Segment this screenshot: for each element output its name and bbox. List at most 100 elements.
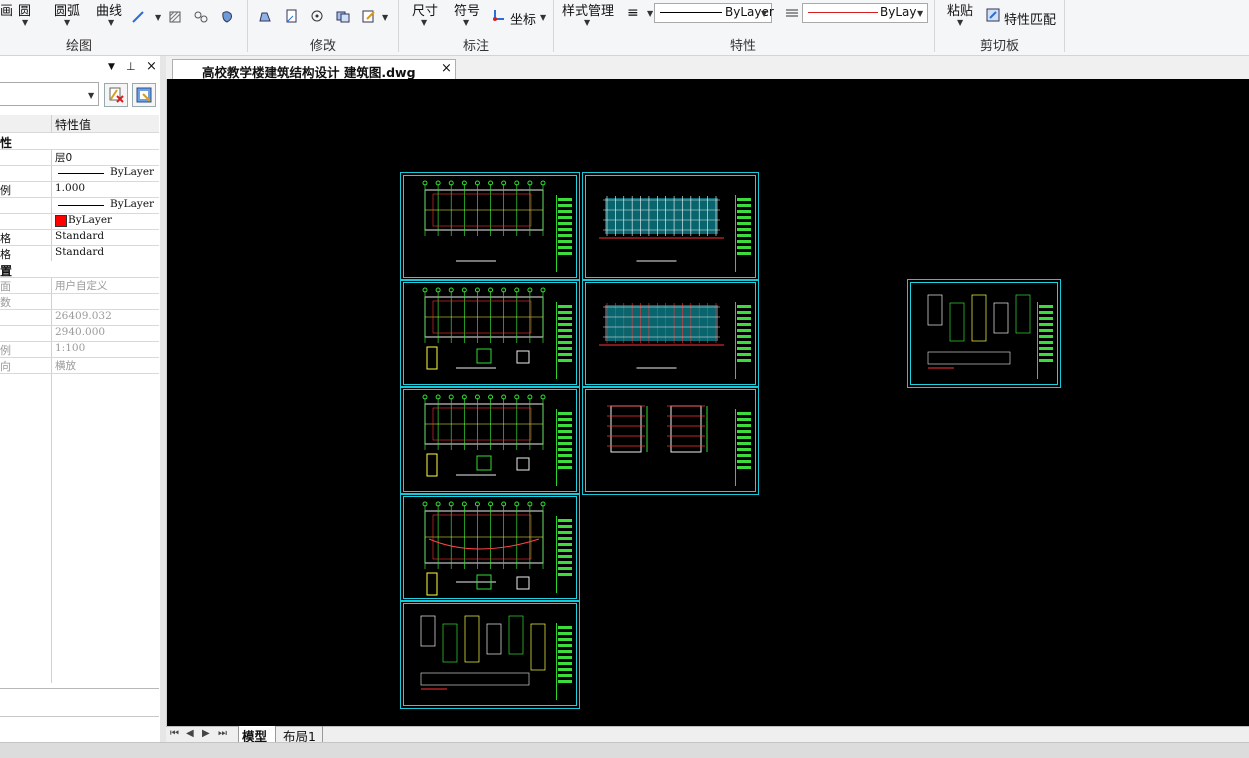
dimension-button[interactable]: 尺寸 xyxy=(412,0,438,19)
coordinate-icon[interactable] xyxy=(492,8,506,22)
drawing-canvas[interactable] xyxy=(167,79,1249,726)
layout-tab-bar: ⏮ ◀ ▶ ⏭ 模型 布局1 xyxy=(166,726,1249,744)
coordinate-button[interactable]: 坐标 xyxy=(510,9,536,28)
pickadd-icon xyxy=(109,87,124,103)
property-row[interactable]: 向 横放 xyxy=(0,357,159,374)
region-icon[interactable] xyxy=(220,10,234,24)
sheet-drawing xyxy=(422,287,546,370)
tab-model[interactable]: 模型 xyxy=(238,726,276,744)
color-swatch xyxy=(55,215,67,227)
property-row[interactable]: 格 Standard xyxy=(0,229,159,246)
document-tab[interactable]: 高校教学楼建筑结构设计 建筑图.dwg × xyxy=(172,59,456,80)
hatch-icon[interactable] xyxy=(168,10,182,24)
pin-icon[interactable]: ⊥ xyxy=(126,60,136,73)
drawing-sheet[interactable] xyxy=(400,386,580,495)
symbol-button[interactable]: 符号 xyxy=(454,0,480,19)
next-layout-icon[interactable]: ▶ xyxy=(202,728,210,739)
property-key: 例 xyxy=(0,184,11,197)
property-value: Standard xyxy=(55,246,105,258)
lineweight-icon[interactable]: ≡ xyxy=(627,5,639,21)
ribbon-draw-partial-label[interactable]: 画 xyxy=(0,0,13,19)
drawing-sheet[interactable] xyxy=(400,279,580,388)
spline-icon[interactable] xyxy=(194,10,208,24)
property-row[interactable]: 面 用户自定义 xyxy=(0,277,159,294)
sheet-drawing xyxy=(599,303,724,369)
ribbon-separator xyxy=(934,0,935,52)
drawing-sheet[interactable] xyxy=(582,279,759,388)
first-layout-icon[interactable]: ⏮ xyxy=(170,728,179,739)
property-section-row[interactable]: 性 xyxy=(0,133,159,150)
close-panel-icon[interactable]: × xyxy=(146,59,157,74)
draw-group-label: 绘图 xyxy=(66,39,93,54)
match-properties-button[interactable]: 特性匹配 xyxy=(1004,9,1056,28)
sheet-drawing xyxy=(422,180,546,262)
linetype-swatch xyxy=(58,205,104,206)
last-layout-icon[interactable]: ⏭ xyxy=(218,728,227,739)
property-value: ByLayer xyxy=(110,198,155,210)
property-key: 例 xyxy=(0,344,11,357)
match-properties-icon[interactable] xyxy=(986,8,1000,22)
sheet-drawing xyxy=(607,405,708,453)
drawing-sheet[interactable] xyxy=(582,386,759,495)
color-value: ByLaye xyxy=(880,5,916,19)
sheet-drawing xyxy=(927,294,1031,369)
property-value: 1.000 xyxy=(55,182,86,194)
drawing-sheet[interactable] xyxy=(582,172,759,281)
sheet-drawing xyxy=(422,501,546,596)
panel-menu-icon[interactable]: ▼ xyxy=(108,62,115,72)
color-select[interactable]: ByLaye ▼ xyxy=(802,3,928,23)
property-value: ByLayer xyxy=(68,214,113,226)
property-row[interactable]: 层0 xyxy=(0,149,159,166)
property-row[interactable]: ByLayer xyxy=(0,197,159,214)
property-row[interactable]: 数 xyxy=(0,293,159,310)
select-objects-button[interactable] xyxy=(132,83,156,107)
ribbon-separator xyxy=(1064,0,1065,52)
property-value: 用户自定义 xyxy=(55,280,108,292)
sheet-drawing xyxy=(599,196,724,262)
property-row[interactable]: ByLayer xyxy=(0,165,159,182)
property-value: 1:100 xyxy=(55,342,86,354)
paste-button[interactable]: 粘贴 xyxy=(947,0,973,19)
select-objects-icon xyxy=(136,87,152,103)
prev-layout-icon[interactable]: ◀ xyxy=(186,728,194,739)
object-type-select[interactable]: ▼ xyxy=(0,82,99,106)
property-section-row[interactable]: 置 xyxy=(0,261,159,278)
property-row[interactable]: 例 1.000 xyxy=(0,181,159,198)
drawing-sheet[interactable] xyxy=(400,600,580,709)
property-value: 26409.032 xyxy=(55,310,112,322)
lineweight-pattern-icon[interactable] xyxy=(785,6,799,20)
drawing-sheet[interactable] xyxy=(907,279,1061,388)
property-row[interactable]: 例 1:100 xyxy=(0,341,159,358)
drawing-sheet[interactable] xyxy=(400,493,580,602)
edit-icon[interactable] xyxy=(362,9,376,23)
sheet-drawing xyxy=(420,615,546,690)
arc-button[interactable]: 圆弧 xyxy=(54,0,80,19)
style-manager-button[interactable]: 样式管理 xyxy=(562,0,614,19)
property-key: 格 xyxy=(0,232,11,245)
ribbon: 画 圆 ▼ 圆弧 ▼ 曲线 ▼ ▼ 绘图 ▼ 修改 尺寸 ▼ 符号 ▼ 坐标 ▼… xyxy=(0,0,1249,56)
property-row[interactable]: ByLayer xyxy=(0,213,159,230)
sheet-drawing xyxy=(422,394,546,477)
drawing-sheet[interactable] xyxy=(400,172,580,281)
linetype-select[interactable]: ByLayer ▼ xyxy=(654,3,774,23)
close-tab-icon[interactable]: × xyxy=(441,61,452,76)
property-value: 层0 xyxy=(55,152,73,164)
property-row[interactable]: 格 Standard xyxy=(0,245,159,262)
ribbon-separator xyxy=(247,0,248,52)
panel-splitter[interactable] xyxy=(160,56,167,742)
clipboard-group-label: 剪切板 xyxy=(980,39,1020,54)
circle-button[interactable]: 圆 xyxy=(18,0,31,19)
property-row[interactable]: 26409.032 xyxy=(0,309,159,326)
rotate-icon[interactable] xyxy=(310,9,324,23)
toggle-pickadd-button[interactable] xyxy=(104,83,128,107)
ribbon-separator xyxy=(398,0,399,52)
property-key: 数 xyxy=(0,296,11,309)
stretch-icon[interactable] xyxy=(258,9,272,23)
property-row[interactable]: 2940.000 xyxy=(0,325,159,342)
scale-icon[interactable] xyxy=(284,9,298,23)
property-header-row: 特性值 xyxy=(0,115,159,133)
curve-button[interactable]: 曲线 xyxy=(96,0,122,19)
tab-layout1[interactable]: 布局1 xyxy=(278,726,323,744)
copy-icon[interactable] xyxy=(336,9,350,23)
line-tool-icon[interactable] xyxy=(131,10,145,24)
